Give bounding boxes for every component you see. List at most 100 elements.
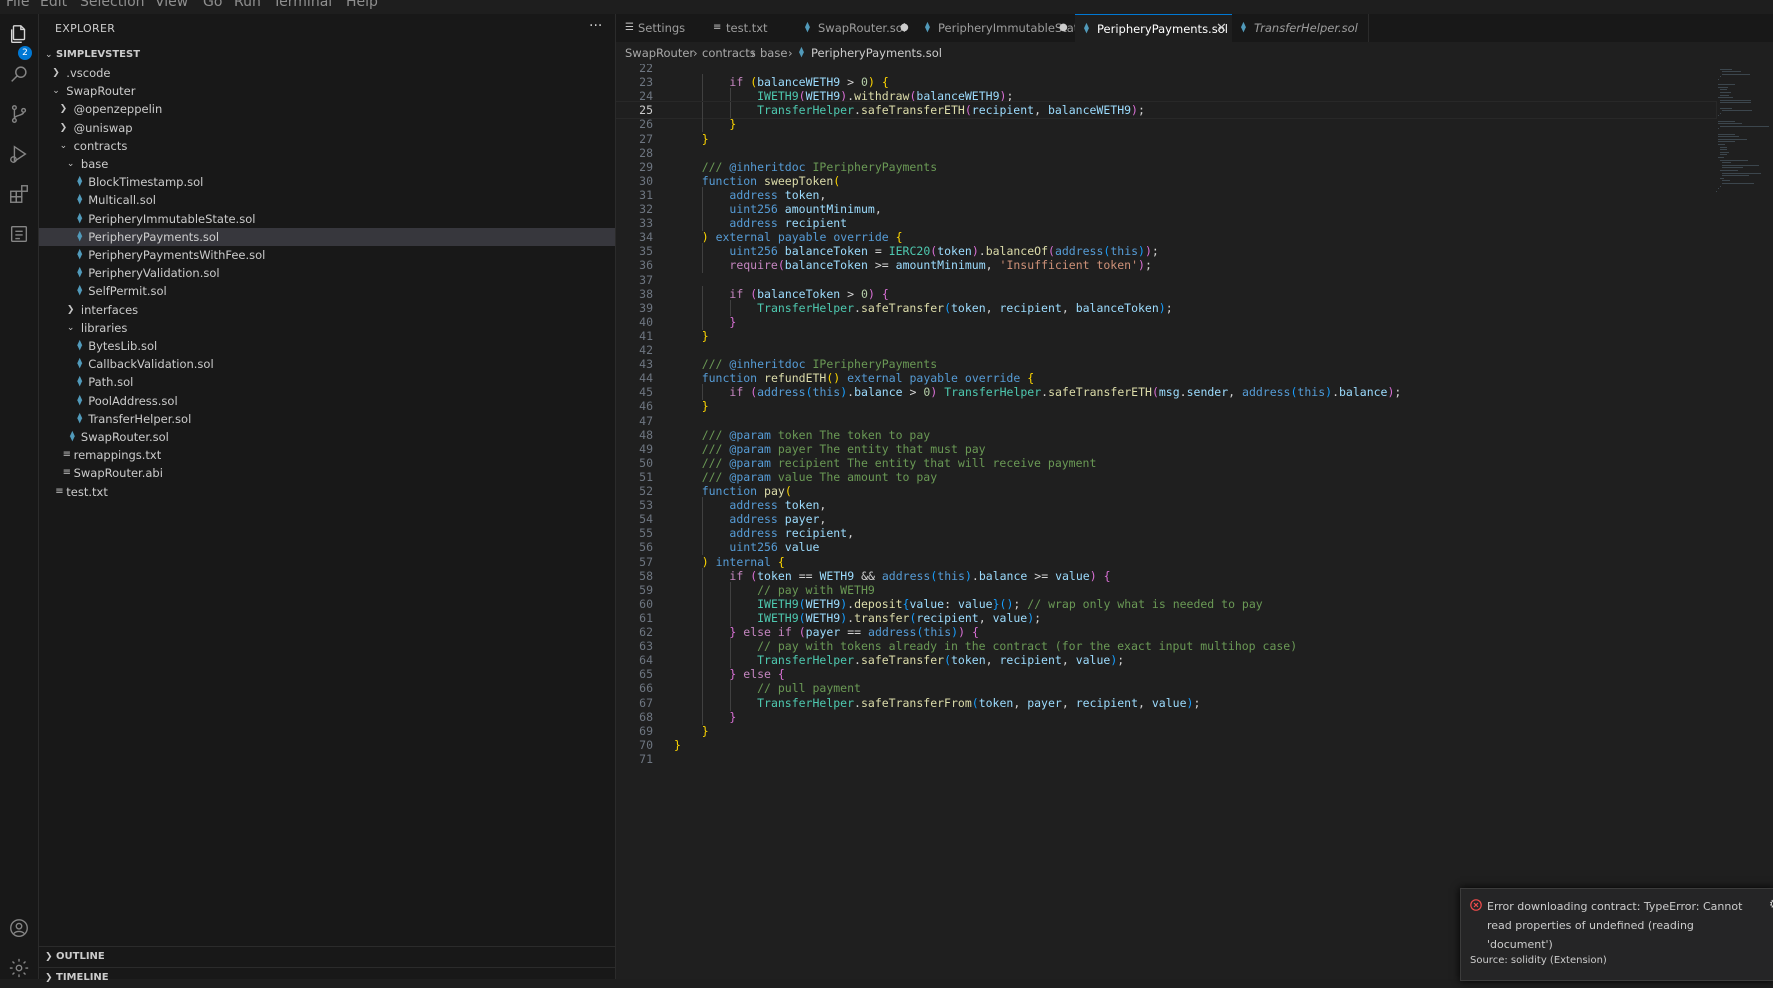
tree-file[interactable]: ≡ test.txt	[39, 483, 615, 501]
tree-folder[interactable]: ❯ .vscode	[39, 64, 615, 82]
tree-file[interactable]: ⧫ TransferHelper.sol	[39, 410, 615, 428]
close-icon[interactable]: ✕	[1216, 15, 1227, 43]
menu-help[interactable]: Help	[346, 0, 378, 10]
minimap-line	[1720, 99, 1751, 101]
breadcrumb-item[interactable]: SwapRouter	[625, 42, 694, 64]
error-notification[interactable]: Error downloading contract: TypeError: C…	[1460, 888, 1773, 981]
account-icon[interactable]	[7, 916, 31, 940]
tab-transferhelper-sol[interactable]: ⧫ TransferHelper.sol	[1232, 14, 1369, 42]
breadcrumb-item[interactable]: contracts	[702, 42, 756, 64]
tree-folder[interactable]: ❯ @uniswap	[39, 119, 615, 137]
menu-run[interactable]: Run	[234, 0, 261, 10]
minimap-line	[1718, 144, 1725, 145]
timeline-section[interactable]: ❯ TIMELINE	[39, 967, 615, 988]
solidity-file-icon: ⧫	[77, 285, 83, 297]
tab-label: Settings	[638, 21, 686, 35]
source-control-icon[interactable]	[7, 102, 31, 126]
solidity-file-icon: ⧫	[77, 176, 83, 188]
settings-file-icon: ☰	[625, 22, 634, 33]
menu-edit[interactable]: Edit	[40, 0, 67, 10]
minimap[interactable]	[1716, 64, 1773, 214]
menu-go[interactable]: Go	[203, 0, 222, 10]
extensions-icon[interactable]	[7, 182, 31, 206]
minimap-line	[1722, 164, 1759, 166]
menu-terminal[interactable]: Terminal	[273, 0, 332, 10]
minimap-line	[1720, 92, 1731, 93]
tree-folder[interactable]: ❯ interfaces	[39, 301, 615, 319]
minimap-line	[1722, 180, 1730, 182]
tab-settings[interactable]: ☰ Settings	[616, 14, 705, 42]
menu-file[interactable]: File	[6, 0, 29, 10]
tree-file[interactable]: ⧫ PeripheryPaymentsWithFee.sol	[39, 246, 615, 264]
chevron-down-icon: ⌄	[59, 140, 68, 151]
minimap-line	[1720, 107, 1732, 109]
tree-file[interactable]: ⧫ PeripheryValidation.sol	[39, 264, 615, 282]
breadcrumb-item[interactable]: PeripheryPayments.sol	[811, 42, 942, 64]
tree-item-label: PoolAddress.sol	[88, 393, 178, 408]
minimap-line	[1718, 123, 1742, 125]
tree-folder[interactable]: ❯ @openzeppelin	[39, 100, 615, 118]
test-icon[interactable]	[7, 222, 31, 246]
tree-file[interactable]: ⧫ BytesLib.sol	[39, 337, 615, 355]
minimap-line	[1720, 112, 1721, 114]
minimap-line	[1720, 151, 1729, 153]
menu-selection[interactable]: Selection	[80, 0, 145, 10]
code-line[interactable]: 71	[616, 751, 1716, 767]
tree-item-label: Multicall.sol	[88, 193, 156, 208]
search-icon[interactable]	[7, 62, 31, 86]
tree-folder[interactable]: ⌄ base	[39, 155, 615, 173]
settings-gear-icon[interactable]	[7, 956, 31, 980]
outline-section[interactable]: ❯ OUTLINE	[39, 946, 615, 967]
tree-file[interactable]: ⧫ PeripheryPayments.sol	[39, 227, 615, 246]
minimap-line	[1722, 167, 1743, 169]
solidity-file-icon: ⧫	[77, 412, 83, 424]
text-file-icon: ≡	[713, 22, 722, 33]
text-file-icon: ≡	[55, 485, 64, 497]
menu-view[interactable]: View	[155, 0, 188, 10]
solidity-file-icon: ⧫	[1084, 23, 1089, 34]
tree-file[interactable]: ≡ SwapRouter.abi	[39, 464, 615, 482]
more-actions-icon[interactable]: ···	[589, 18, 602, 34]
tab-label: PeripheryPayments.sol	[1097, 22, 1228, 36]
tree-folder[interactable]: ⌄ contracts	[39, 137, 615, 155]
line-number: 71	[639, 751, 653, 766]
tree-file[interactable]: ⧫ Path.sol	[39, 373, 615, 391]
minimap-line	[1718, 128, 1719, 130]
notification-settings-icon[interactable]: ⚙	[1769, 897, 1773, 911]
chevron-right-icon: ›	[693, 46, 698, 60]
minimap-line	[1718, 97, 1733, 99]
tree-file[interactable]: ⧫ Multicall.sol	[39, 191, 615, 209]
activity-bar: 2	[0, 14, 39, 979]
tree-file[interactable]: ⧫ BlockTimestamp.sol	[39, 173, 615, 191]
minimap-line	[1716, 190, 1717, 192]
tree-file[interactable]: ≡ remappings.txt	[39, 446, 615, 464]
tab-peripheryimmutablestate-sol[interactable]: ⧫ PeripheryImmutableState.sol ●	[916, 14, 1105, 42]
breadcrumb-item[interactable]: base	[760, 42, 787, 64]
files-icon[interactable]	[7, 22, 31, 46]
tree-folder[interactable]: ⌄ libraries	[39, 319, 615, 337]
minimap-line	[1718, 133, 1735, 135]
tab-test-txt[interactable]: ≡ test.txt	[704, 14, 797, 42]
tree-file[interactable]: ⧫ PoolAddress.sol	[39, 392, 615, 410]
tree-file[interactable]: ⧫ SelfPermit.sol	[39, 282, 615, 300]
solidity-file-icon: ⧫	[805, 22, 810, 33]
tree-item-label: Path.sol	[88, 375, 134, 390]
explorer-root-folder[interactable]: ⌄ SIMPLEVSTEST	[39, 46, 615, 64]
tree-file[interactable]: ⧫ SwapRouter.sol	[39, 428, 615, 446]
tree-item-label: remappings.txt	[73, 448, 162, 463]
tree-item-label: SwapRouter.abi	[73, 466, 163, 481]
tab-swaprouter-sol[interactable]: ⧫ SwapRouter.sol ●	[796, 14, 917, 42]
tree-item-label: libraries	[80, 320, 128, 335]
run-debug-icon[interactable]	[7, 142, 31, 166]
tree-folder[interactable]: ⌄ SwapRouter	[39, 82, 615, 100]
chevron-down-icon: ⌄	[45, 50, 53, 60]
tree-item-label: CallbackValidation.sol	[88, 357, 214, 372]
tab-label: test.txt	[726, 21, 768, 35]
minimap-line	[1722, 183, 1754, 184]
minimap-line	[1718, 136, 1739, 138]
tab-peripherypayments-sol[interactable]: ⧫ PeripheryPayments.sol ✕	[1075, 14, 1233, 43]
code-editor[interactable]: 22 23 if (balanceWETH9 > 0) {24 IWETH9(WE…	[616, 64, 1773, 979]
tree-file[interactable]: ⧫ CallbackValidation.sol	[39, 355, 615, 373]
minimap-line	[1720, 177, 1724, 179]
tree-file[interactable]: ⧫ PeripheryImmutableState.sol	[39, 210, 615, 228]
